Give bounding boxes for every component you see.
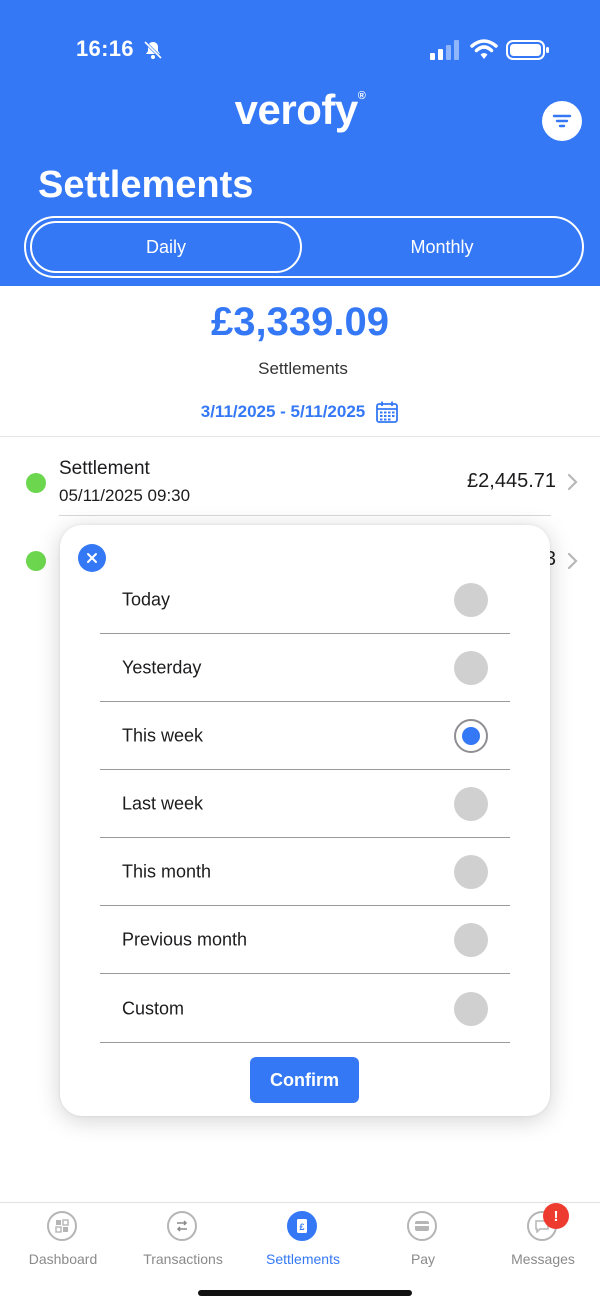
date-range-text: 3/11/2025 - 5/11/2025 bbox=[200, 402, 366, 421]
status-time: 16:16 bbox=[76, 36, 134, 61]
option-label: Previous month bbox=[122, 929, 248, 950]
tab-label: Settlements bbox=[266, 1251, 340, 1267]
filter-button[interactable] bbox=[542, 101, 582, 141]
card-icon bbox=[407, 1211, 437, 1241]
radio-button[interactable] bbox=[454, 992, 488, 1026]
settlement-amount: £2,445.71 bbox=[467, 470, 556, 492]
tab-messages[interactable]: ! Messages bbox=[483, 1203, 600, 1275]
total-amount: £3,339.09 bbox=[211, 300, 389, 344]
radio-button[interactable] bbox=[454, 923, 488, 957]
chevron-right-icon bbox=[567, 552, 578, 570]
settlement-row[interactable]: Settlement 05/11/2025 09:30 £2,445.71 bbox=[0, 446, 600, 518]
calendar-icon bbox=[376, 401, 399, 423]
settlement-datetime: 05/11/2025 09:30 bbox=[59, 486, 191, 505]
status-bar: 16:16 bbox=[0, 36, 600, 66]
filter-icon bbox=[552, 114, 572, 128]
notification-badge: ! bbox=[543, 1203, 569, 1229]
settlement-title: Settlement bbox=[59, 458, 150, 479]
close-icon bbox=[87, 553, 97, 563]
home-indicator bbox=[198, 1290, 412, 1296]
tab-pay[interactable]: Pay bbox=[363, 1211, 483, 1275]
option-divider bbox=[100, 1042, 510, 1043]
tab-label: Transactions bbox=[143, 1251, 223, 1267]
row-divider bbox=[59, 515, 551, 516]
filter-option-yesterday[interactable]: Yesterday bbox=[100, 634, 510, 702]
radio-button[interactable] bbox=[454, 855, 488, 889]
tab-label: Messages bbox=[511, 1251, 575, 1267]
total-amount-label: Settlements bbox=[258, 359, 348, 378]
tab-settlements[interactable]: £ Settlements bbox=[243, 1211, 363, 1275]
radio-button[interactable] bbox=[454, 651, 488, 685]
segment-daily[interactable]: Daily bbox=[30, 221, 302, 273]
svg-text:£: £ bbox=[299, 1222, 304, 1232]
option-label: Yesterday bbox=[122, 657, 202, 678]
tab-transactions[interactable]: Transactions bbox=[123, 1211, 243, 1275]
filter-option-previous-month[interactable]: Previous month bbox=[100, 906, 510, 974]
radio-dot bbox=[462, 727, 480, 745]
chevron-right-icon bbox=[567, 473, 578, 491]
option-label: This week bbox=[122, 725, 204, 746]
divider bbox=[0, 436, 600, 437]
segment-monthly[interactable]: Monthly bbox=[306, 221, 578, 273]
option-label: Custom bbox=[122, 998, 185, 1019]
brand-logo: verofy® bbox=[234, 86, 366, 133]
option-label: This month bbox=[122, 861, 212, 882]
settlements-icon: £ bbox=[287, 1211, 317, 1241]
bell-muted-icon bbox=[143, 40, 163, 60]
date-filter-modal: Today Yesterday This week Last week This… bbox=[60, 525, 550, 1116]
filter-option-this-month[interactable]: This month bbox=[100, 838, 510, 906]
tab-dashboard[interactable]: Dashboard bbox=[3, 1211, 123, 1275]
app-header: 16:16 verofy® Settlements Daily Monthly bbox=[0, 0, 600, 286]
radio-button[interactable] bbox=[454, 583, 488, 617]
filter-option-last-week[interactable]: Last week bbox=[100, 770, 510, 838]
page-title: Settlements bbox=[38, 164, 254, 206]
filter-option-today[interactable]: Today bbox=[100, 566, 510, 634]
status-dot bbox=[26, 551, 46, 571]
tab-label: Pay bbox=[410, 1251, 436, 1267]
wifi-icon bbox=[470, 39, 498, 59]
option-divider bbox=[100, 973, 510, 974]
period-segmented-control: Daily Monthly bbox=[24, 216, 584, 278]
dashboard-icon bbox=[47, 1211, 77, 1241]
bottom-tab-bar: Dashboard Transactions £ Settlements Pay… bbox=[0, 1202, 600, 1298]
transactions-icon bbox=[167, 1211, 197, 1241]
option-label: Last week bbox=[122, 793, 204, 814]
battery-icon bbox=[506, 40, 549, 60]
filter-option-this-week[interactable]: This week bbox=[100, 702, 510, 770]
confirm-button[interactable]: Confirm bbox=[250, 1057, 359, 1103]
date-range-picker[interactable]: 3/11/2025 - 5/11/2025 bbox=[0, 400, 600, 424]
radio-button[interactable] bbox=[454, 787, 488, 821]
tab-label: Dashboard bbox=[28, 1251, 98, 1267]
option-label: Today bbox=[122, 589, 171, 610]
filter-option-custom[interactable]: Custom bbox=[100, 975, 510, 1043]
cellular-signal-icon bbox=[430, 40, 459, 60]
status-dot bbox=[26, 473, 46, 493]
radio-button-selected[interactable] bbox=[454, 719, 488, 753]
